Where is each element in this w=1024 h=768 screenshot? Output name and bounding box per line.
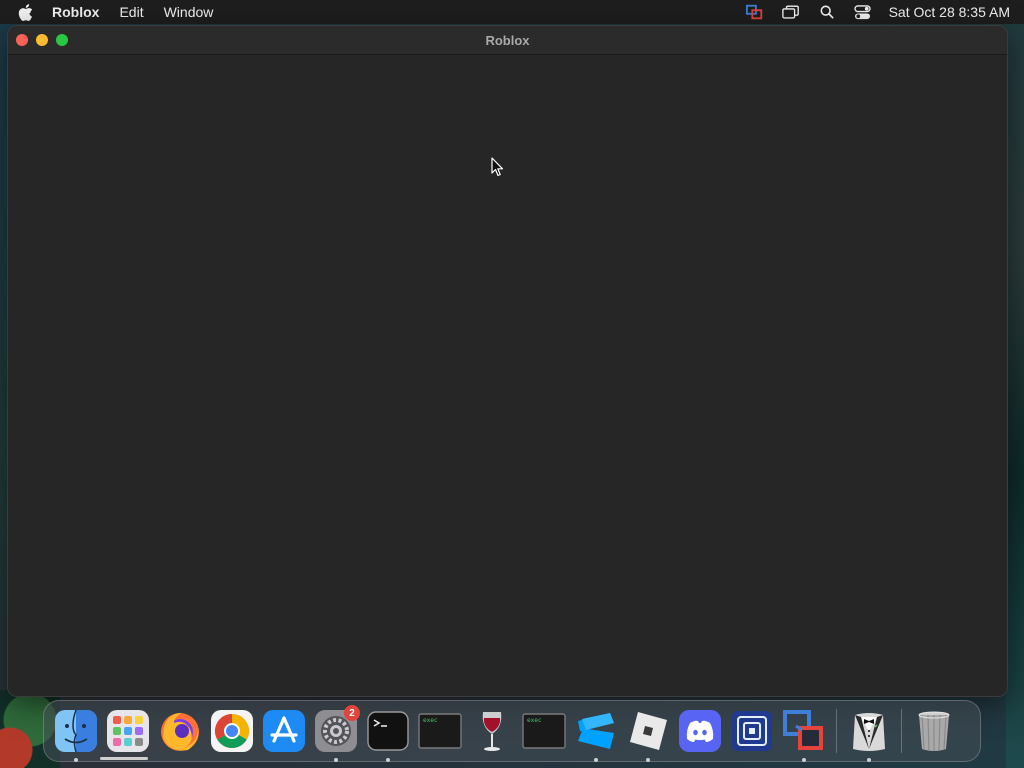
exec-terminal-icon: exec (418, 713, 462, 749)
menu-app-name[interactable]: Roblox (52, 4, 99, 20)
control-center-icon[interactable] (853, 4, 873, 20)
app-store-icon (263, 710, 305, 752)
trash-icon (918, 711, 950, 752)
screen-mirroring-icon[interactable] (781, 4, 801, 20)
dock-app-square[interactable] (728, 707, 776, 755)
dock-finder[interactable] (52, 707, 100, 762)
running-indicator (594, 758, 598, 762)
menu-bar: Roblox Edit Window Sat Oct 28 8:35 AM (0, 0, 1024, 24)
running-indicator (386, 758, 390, 762)
window-controls (16, 34, 68, 46)
window-content[interactable] (8, 55, 1007, 696)
finder-icon (55, 709, 97, 753)
dock-exec-2[interactable]: exec (520, 707, 568, 755)
mouse-cursor-icon (491, 157, 504, 177)
discord-icon (679, 710, 721, 752)
concentric-square-icon (732, 711, 772, 751)
bartender-tuxedo-icon (853, 713, 885, 751)
dock-system-settings[interactable]: 2 (312, 705, 360, 762)
running-indicator (646, 758, 650, 762)
dock: 2 exec exec (43, 700, 981, 762)
dock-roblox-studio[interactable] (572, 707, 620, 762)
wallpaper-right (1006, 30, 1024, 768)
exec-label: exec (423, 717, 438, 724)
dock-firefox[interactable] (156, 707, 204, 755)
dock-bartender[interactable] (845, 707, 893, 762)
menu-window[interactable]: Window (164, 4, 214, 20)
window-titlebar[interactable]: Roblox (8, 26, 1007, 55)
dock-app-store[interactable] (260, 707, 308, 755)
notification-badge: 2 (344, 705, 360, 721)
roblox-window: Roblox (7, 25, 1008, 697)
running-indicator (867, 758, 871, 762)
dock-exec-1[interactable]: exec (416, 707, 464, 755)
close-window-button[interactable] (16, 34, 28, 46)
dock-separator (836, 709, 837, 753)
dock-terminal[interactable] (364, 707, 412, 762)
dock-vm-app[interactable] (780, 707, 828, 762)
vm-status-icon[interactable] (745, 4, 765, 20)
firefox-icon (161, 713, 199, 751)
dock-trash[interactable] (910, 707, 958, 755)
terminal-icon (367, 711, 409, 751)
launchpad-icon (107, 710, 149, 752)
dock-separator (901, 709, 902, 753)
minimize-window-button[interactable] (36, 34, 48, 46)
maximize-window-button[interactable] (56, 34, 68, 46)
exec-label: exec (527, 717, 542, 724)
dock-wine[interactable] (468, 707, 516, 755)
running-indicator (334, 758, 338, 762)
running-indicator (74, 758, 78, 762)
spotlight-search-icon[interactable] (817, 4, 837, 20)
menu-edit[interactable]: Edit (119, 4, 143, 20)
dock-discord[interactable] (676, 707, 724, 755)
window-title: Roblox (485, 32, 530, 48)
dock-launchpad[interactable] (104, 707, 152, 755)
roblox-icon (630, 712, 667, 750)
roblox-studio-icon (578, 713, 614, 749)
vm-overlap-icon (783, 710, 823, 750)
chrome-icon (211, 710, 253, 752)
wine-glass-icon (482, 712, 502, 751)
menubar-clock[interactable]: Sat Oct 28 8:35 AM (889, 4, 1010, 20)
dock-chrome[interactable] (208, 707, 256, 755)
apple-menu-icon[interactable] (18, 3, 34, 21)
launchpad-open-indicator (100, 757, 148, 760)
exec-terminal-icon: exec (522, 713, 566, 749)
dock-roblox[interactable] (624, 707, 672, 762)
running-indicator (802, 758, 806, 762)
